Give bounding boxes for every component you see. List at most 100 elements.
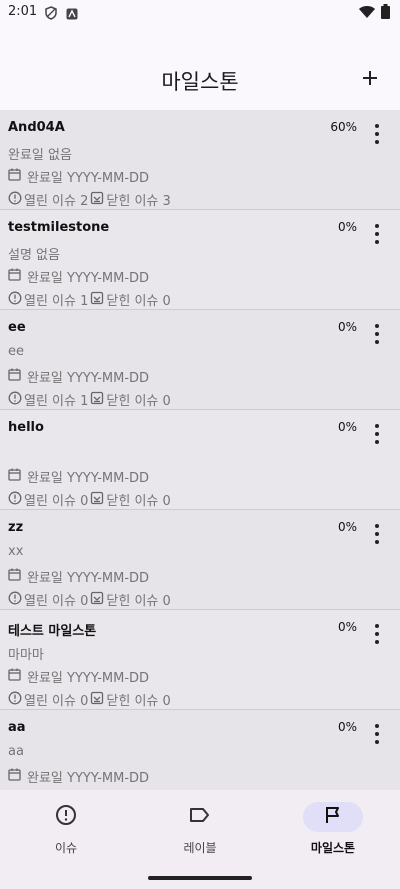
milestone-issue-counts: 열린 이슈 1 닫힌 이슈 0 <box>8 390 171 409</box>
milestone-name: aa <box>8 720 26 735</box>
due-date-label: 완료일 YYYY-MM-DD <box>27 671 150 686</box>
milestone-due-date: 완료일 YYYY-MM-DD <box>8 667 149 686</box>
milestone-name: ee <box>8 320 26 335</box>
status-time: 2:01 <box>8 4 38 19</box>
bottom-navigation: 이슈 레이블 마일스톤 <box>0 790 400 889</box>
closed-issues-count: 닫힌 이슈 0 <box>106 394 171 409</box>
milestone-name: 테스트 마일스톤 <box>8 624 97 639</box>
more-vert-icon <box>375 424 379 444</box>
nav-label: 레이블 <box>183 841 217 855</box>
battery-icon <box>381 4 390 23</box>
nav-item-labels[interactable]: 레이블 <box>140 802 260 856</box>
more-vert-icon <box>375 224 379 244</box>
closed-issue-icon <box>90 391 104 409</box>
plus-icon <box>361 69 379 91</box>
page-title: 마일스톤 <box>161 70 239 94</box>
milestone-row[interactable]: testmilestone 설명 없음 완료일 YYYY-MM-DD 열린 이슈 1… <box>0 210 400 310</box>
app-bar: 마일스톤 <box>0 56 400 104</box>
open-issue-icon <box>8 391 22 409</box>
milestone-description: xx <box>8 544 24 559</box>
alert-circle-icon <box>55 804 77 830</box>
open-issues-count: 열린 이슈 0 <box>24 694 89 709</box>
closed-issues-count: 닫힌 이슈 0 <box>106 594 171 609</box>
more-options-button[interactable] <box>372 424 382 444</box>
milestone-row[interactable]: ee ee 완료일 YYYY-MM-DD 열린 이슈 1 닫힌 이슈 0 0% <box>0 310 400 410</box>
closed-issues-count: 닫힌 이슈 0 <box>106 494 171 509</box>
closed-issue-icon <box>90 191 104 209</box>
status-bar: 2:01 <box>0 0 400 26</box>
more-vert-icon <box>375 324 379 344</box>
calendar-icon <box>8 468 21 485</box>
milestone-progress: 0% <box>337 220 357 234</box>
milestone-issue-counts: 열린 이슈 0 닫힌 이슈 0 <box>8 690 171 709</box>
milestone-description: 완료일 없음 <box>8 148 72 163</box>
add-milestone-button[interactable] <box>354 64 386 96</box>
due-date-label: 완료일 YYYY-MM-DD <box>27 771 150 786</box>
more-vert-icon <box>375 524 379 544</box>
milestone-due-date: 완료일 YYYY-MM-DD <box>8 267 149 286</box>
milestone-progress: 60% <box>330 120 357 134</box>
calendar-icon <box>8 268 21 285</box>
home-indicator[interactable] <box>148 876 252 880</box>
shield-icon <box>44 5 58 24</box>
milestone-description: ee <box>8 344 24 359</box>
milestone-row[interactable]: hello 완료일 YYYY-MM-DD 열린 이슈 0 닫힌 이슈 0 0% <box>0 410 400 510</box>
more-options-button[interactable] <box>372 324 382 344</box>
open-issues-count: 열린 이슈 0 <box>24 494 89 509</box>
milestone-row[interactable]: 테스트 마일스톤마마마완료일 YYYY-MM-DD 열린 이슈 0 닫힌 이슈 … <box>0 610 400 710</box>
milestone-progress: 0% <box>337 720 357 734</box>
milestone-due-date: 완료일 YYYY-MM-DD <box>8 567 149 586</box>
milestone-issue-counts: 열린 이슈 0 닫힌 이슈 0 <box>8 490 171 509</box>
closed-issue-icon <box>90 291 104 309</box>
milestone-description: 마마마 <box>8 648 44 663</box>
open-issue-icon <box>8 491 22 509</box>
label-tag-icon <box>189 806 211 828</box>
open-issue-icon <box>8 291 22 309</box>
open-issue-icon <box>8 191 22 209</box>
nav-label: 마일스톤 <box>310 841 356 855</box>
milestone-due-date: 완료일 YYYY-MM-DD <box>8 767 149 786</box>
milestone-due-date: 완료일 YYYY-MM-DD <box>8 367 149 386</box>
nav-item-issues[interactable]: 이슈 <box>6 802 126 856</box>
milestone-row[interactable]: And04A 완료일 없음 완료일 YYYY-MM-DD 열린 이슈 2 닫힌 이슈… <box>0 110 400 210</box>
closed-issues-count: 닫힌 이슈 3 <box>106 194 171 209</box>
open-issues-count: 열린 이슈 0 <box>24 594 89 609</box>
closed-issue-icon <box>90 691 104 709</box>
more-options-button[interactable] <box>372 724 382 744</box>
milestone-due-date: 완료일 YYYY-MM-DD <box>8 467 149 486</box>
milestone-description: aa <box>8 744 24 759</box>
open-issues-count: 열린 이슈 1 <box>24 294 89 309</box>
milestone-progress: 0% <box>337 520 357 534</box>
open-issue-icon <box>8 591 22 609</box>
calendar-icon <box>8 568 21 585</box>
due-date-label: 완료일 YYYY-MM-DD <box>27 371 150 386</box>
open-issue-icon <box>8 691 22 709</box>
milestone-issue-counts: 열린 이슈 2 닫힌 이슈 3 <box>8 190 171 209</box>
more-options-button[interactable] <box>372 224 382 244</box>
more-options-button[interactable] <box>372 624 382 644</box>
more-options-button[interactable] <box>372 524 382 544</box>
milestone-name: testmilestone <box>8 220 110 235</box>
due-date-label: 완료일 YYYY-MM-DD <box>27 171 150 186</box>
milestone-name: hello <box>8 420 44 435</box>
milestone-issue-counts: 열린 이슈 1 닫힌 이슈 0 <box>8 290 171 309</box>
due-date-label: 완료일 YYYY-MM-DD <box>27 471 150 486</box>
due-date-label: 완료일 YYYY-MM-DD <box>27 271 150 286</box>
calendar-icon <box>8 668 21 685</box>
calendar-icon <box>8 168 21 185</box>
milestone-issue-counts: 열린 이슈 0 닫힌 이슈 0 <box>8 590 171 609</box>
nav-item-milestones[interactable]: 마일스톤 <box>273 802 393 856</box>
milestone-row[interactable]: aa aa 완료일 YYYY-MM-DD 0% <box>0 710 400 790</box>
open-issues-count: 열린 이슈 1 <box>24 394 89 409</box>
milestone-row[interactable]: zz xx 완료일 YYYY-MM-DD 열린 이슈 0 닫힌 이슈 0 0% <box>0 510 400 610</box>
more-options-button[interactable] <box>372 124 382 144</box>
wifi-icon <box>359 4 375 23</box>
milestone-list[interactable]: And04A 완료일 없음 완료일 YYYY-MM-DD 열린 이슈 2 닫힌 이슈… <box>0 110 400 790</box>
due-date-label: 완료일 YYYY-MM-DD <box>27 571 150 586</box>
milestone-due-date: 완료일 YYYY-MM-DD <box>8 167 149 186</box>
closed-issues-count: 닫힌 이슈 0 <box>106 694 171 709</box>
closed-issue-icon <box>90 491 104 509</box>
more-vert-icon <box>375 624 379 644</box>
notification-icon <box>66 5 78 24</box>
milestone-progress: 0% <box>337 620 357 634</box>
